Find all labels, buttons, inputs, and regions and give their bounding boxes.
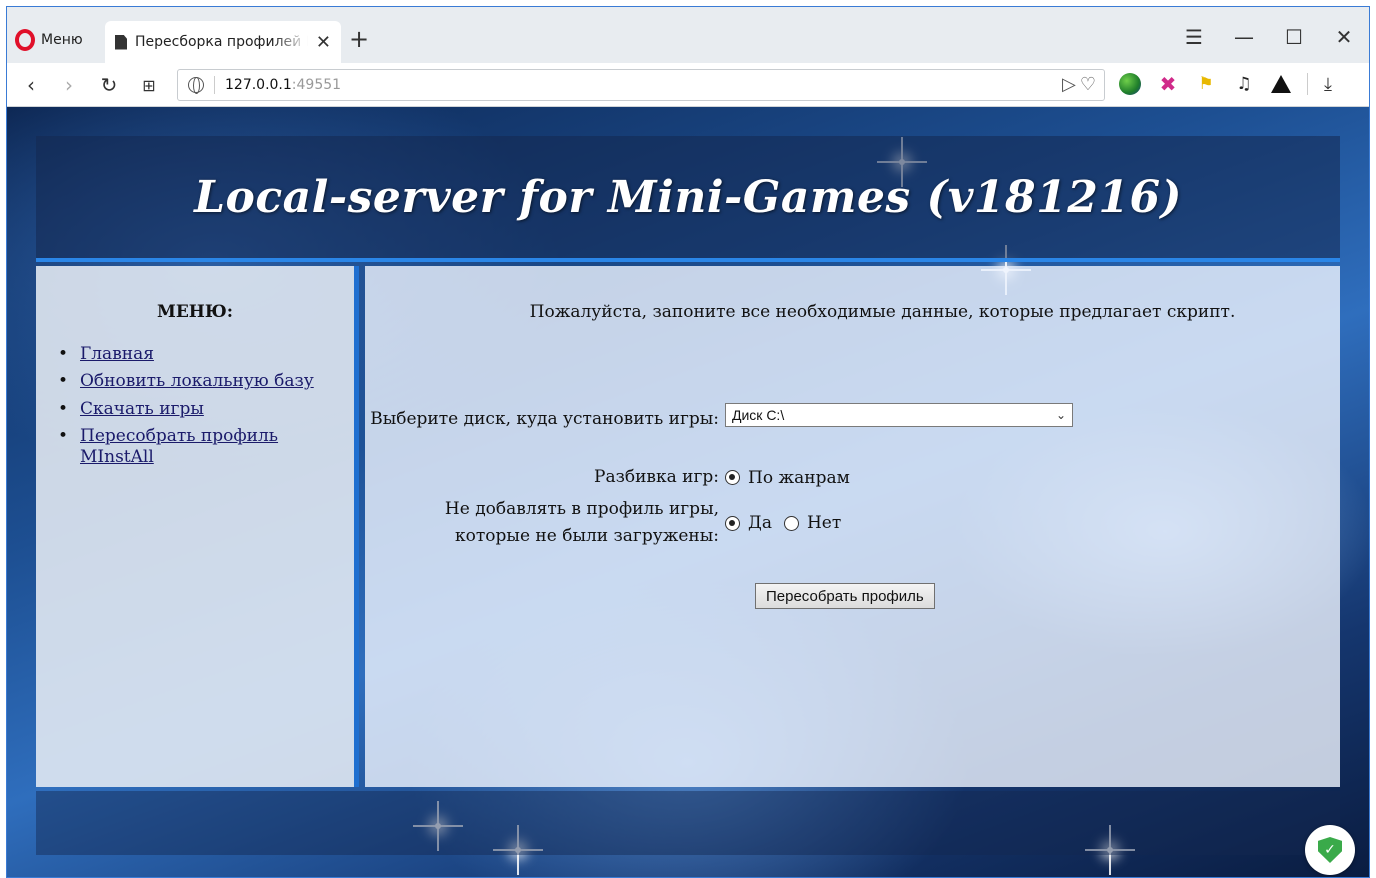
tab-title: Пересборка профилей Mini xyxy=(135,34,308,50)
window-controls: ☰ — ☐ ✕ xyxy=(1169,21,1369,53)
tab-bar: Меню Пересборка профилей Mini ✕ + ☰ — ☐ … xyxy=(7,7,1369,63)
menu-label: Меню xyxy=(41,32,83,48)
browser-window: Меню Пересборка профилей Mini ✕ + ☰ — ☐ … xyxy=(6,6,1370,878)
skip-row: Не добавлять в профиль игры, которые не … xyxy=(365,496,853,550)
url-actions: ▷ ♡ xyxy=(1062,74,1096,95)
skip-no-label: Нет xyxy=(806,513,842,534)
site-title: Local-server for Mini-Games (v181216) xyxy=(194,171,1182,223)
split-radio-genre[interactable]: По жанрам xyxy=(725,468,850,488)
menu-item-home: Главная xyxy=(58,344,332,366)
extensions-bar: ✖ ⚑ ♫ ⤓ xyxy=(1119,72,1332,96)
chevron-down-icon: ⌄ xyxy=(1055,407,1066,422)
rebuild-profile-button[interactable]: Пересобрать профиль xyxy=(755,583,935,609)
menu-link-rebuild-profile[interactable]: Пересобрать профиль MInstAll xyxy=(80,426,278,467)
main-content: Пожалуйста, запоните все необходимые дан… xyxy=(365,266,1340,787)
disk-select[interactable]: Диск C:\ ⌄ xyxy=(725,402,1073,427)
site-header: Local-server for Mini-Games (v181216) xyxy=(36,136,1340,262)
puzzle-extension-icon[interactable]: ✖ xyxy=(1157,72,1179,96)
triangle-extension-icon[interactable] xyxy=(1271,75,1291,93)
opera-logo-icon xyxy=(15,29,35,51)
url-text[interactable]: 127.0.0.1:49551 xyxy=(225,77,341,93)
globe-extension-icon[interactable] xyxy=(1119,73,1141,95)
menu-list: Главная Обновить локальную базу Скачать … xyxy=(58,344,332,468)
menu-link-home[interactable]: Главная xyxy=(80,344,154,364)
tab-active[interactable]: Пересборка профилей Mini ✕ xyxy=(105,21,341,63)
url-port: :49551 xyxy=(291,77,342,93)
heart-icon[interactable]: ♡ xyxy=(1080,74,1096,95)
radio-unchecked-icon xyxy=(783,515,799,531)
address-bar[interactable]: 127.0.0.1:49551 ▷ ♡ xyxy=(177,69,1105,101)
menu-item-download-games: Скачать игры xyxy=(58,399,332,421)
tab-close-icon[interactable]: ✕ xyxy=(316,32,331,53)
reload-icon[interactable]: ↻ xyxy=(95,71,123,99)
disk-select-value: Диск C:\ xyxy=(732,406,785,423)
send-icon[interactable]: ▷ xyxy=(1062,74,1076,95)
url-host: 127.0.0.1 xyxy=(225,77,292,93)
radio-checked-icon xyxy=(725,515,740,531)
globe-icon xyxy=(188,77,204,94)
opera-menu-button[interactable]: Меню xyxy=(15,25,83,55)
menu-item-update-db: Обновить локальную базу xyxy=(58,371,332,393)
skip-radio-no[interactable]: Нет xyxy=(783,513,842,534)
page-viewport: Local-server for Mini-Games (v181216) МЕ… xyxy=(7,107,1369,877)
site-footer xyxy=(36,791,1340,855)
menu-link-download-games[interactable]: Скачать игры xyxy=(80,399,204,419)
maximize-icon[interactable]: ☐ xyxy=(1269,21,1319,53)
speed-dial-icon[interactable]: ⊞ xyxy=(135,71,163,99)
skip-radio-yes[interactable]: Да xyxy=(725,513,772,533)
forward-icon[interactable]: › xyxy=(55,71,83,99)
tab-menu-icon[interactable]: ☰ xyxy=(1169,21,1219,53)
intro-text: Пожалуйста, запоните все необходимые дан… xyxy=(529,302,1236,322)
page-icon xyxy=(115,34,127,50)
sidebar-menu: МЕНЮ: Главная Обновить локальную базу Ск… xyxy=(36,266,359,787)
split-option-label: По жанрам xyxy=(748,467,850,488)
toolbar-separator xyxy=(1307,73,1308,95)
skip-yes-label: Да xyxy=(748,513,772,534)
disk-label: Выберите диск, куда установить игры: xyxy=(370,409,719,429)
menu-item-rebuild-profile: Пересобрать профиль MInstAll xyxy=(58,426,332,469)
back-icon[interactable]: ‹ xyxy=(17,71,45,99)
new-tab-button[interactable]: + xyxy=(349,27,369,51)
music-extension-icon[interactable]: ♫ xyxy=(1233,73,1255,95)
shield-check-icon: ✓ xyxy=(1318,837,1342,863)
address-toolbar: ‹ › ↻ ⊞ 127.0.0.1:49551 ▷ ♡ ✖ ⚑ ♫ ⤓ xyxy=(7,63,1369,107)
minimize-icon[interactable]: — xyxy=(1219,21,1269,53)
download-icon[interactable]: ⤓ xyxy=(1324,74,1332,95)
security-shield-button[interactable]: ✓ xyxy=(1305,825,1355,875)
bookmark-extension-icon[interactable]: ⚑ xyxy=(1195,73,1217,95)
close-window-icon[interactable]: ✕ xyxy=(1319,21,1369,53)
split-label: Разбивка игр: xyxy=(594,467,719,487)
menu-heading: МЕНЮ: xyxy=(157,302,233,322)
disk-row: Выберите диск, куда установить игры: Дис… xyxy=(365,402,1073,433)
radio-checked-icon xyxy=(725,470,740,486)
menu-link-update-db[interactable]: Обновить локальную базу xyxy=(80,371,314,391)
split-row: Разбивка игр: По жанрам xyxy=(365,464,862,491)
skip-label: Не добавлять в профиль игры, которые не … xyxy=(444,499,719,547)
url-separator xyxy=(214,76,215,94)
